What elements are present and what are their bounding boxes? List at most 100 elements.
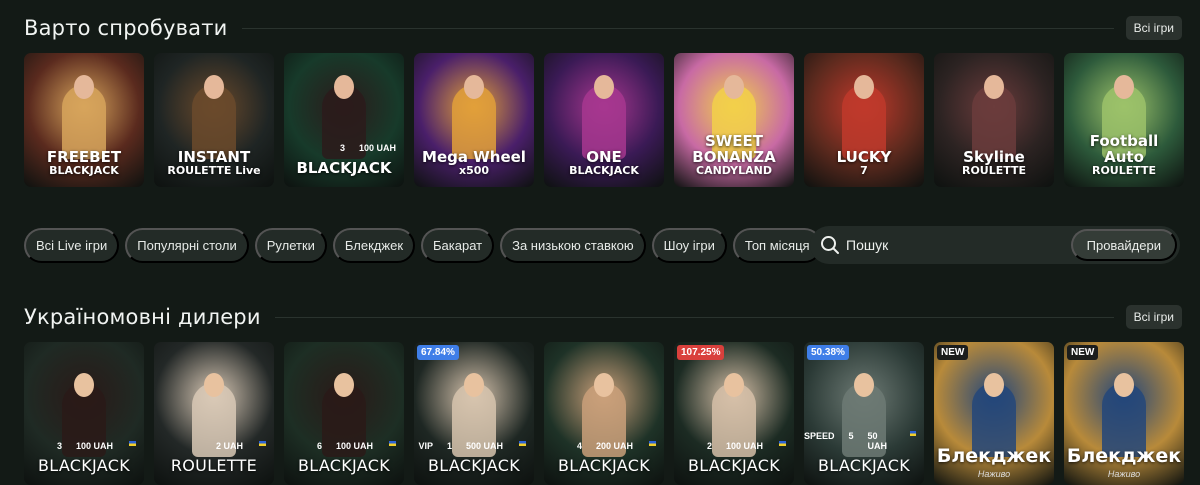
dealer-head (594, 75, 614, 99)
dealer-head (74, 373, 94, 397)
dealer-head (334, 75, 354, 99)
ukraine-flag-icon (389, 441, 396, 446)
promo-badge: 67.84% (417, 345, 459, 360)
ukraine-flag-icon (910, 431, 916, 436)
all-games-button[interactable]: Всі ігри (1125, 305, 1182, 329)
min-bet: 50 UAH (867, 431, 888, 451)
game-title: SWEET BONANZA CANDYLAND (674, 131, 794, 187)
seat-count: 2 (706, 441, 712, 451)
game-card-one-blackjack[interactable]: ONE BLACKJACK (544, 53, 664, 187)
seat-count: 3 (339, 143, 345, 153)
game-title: BLACKJACK (37, 456, 131, 476)
filter-chip[interactable]: Всі Live ігри (24, 228, 120, 263)
seat-count: 4 (576, 441, 582, 451)
game-card-blackjack-2-ua[interactable]: 107.25% 2 100 UAH BLACKJACK (674, 342, 794, 485)
game-title: BLACKJACK (557, 456, 651, 476)
seat-count: 6 (316, 441, 322, 451)
game-title: BLACKJACK (292, 159, 395, 187)
all-games-button[interactable]: Всі ігри (1125, 16, 1182, 40)
table-limit: 3 100 UAH (340, 143, 396, 153)
section-header-ua-dealers: Україномовні дилери Всі ігри (24, 305, 1182, 329)
promo-badge: 50.38% (807, 345, 849, 360)
dealer-head (854, 75, 874, 99)
game-title: INSTANT ROULETTE Live (163, 149, 264, 187)
game-title: FREEBET BLACKJACK (43, 149, 125, 187)
game-card-blackjack-3-ua[interactable]: 3 100 UAH BLACKJACK (24, 342, 144, 485)
game-card-vip-blackjack-ua[interactable]: 67.84% VIP 1 500 UAH BLACKJACK (414, 342, 534, 485)
dealer-head (1114, 75, 1134, 99)
search-bar[interactable]: Пошук Провайдери (810, 226, 1180, 264)
game-title-line1: SWEET BONANZA (692, 131, 776, 166)
dealer-head (984, 75, 1004, 99)
game-card-blackjack-3[interactable]: 3 100 UAH BLACKJACK (284, 53, 404, 187)
game-title-line2: BLACKJACK (49, 164, 119, 178)
game-card-football-auto-roulette[interactable]: Football Auto ROULETTE (1064, 53, 1184, 187)
divider (274, 316, 1114, 318)
dealer-head (204, 75, 224, 99)
ukraine-flag-icon (129, 441, 136, 446)
seat-count: 1 (446, 441, 452, 451)
game-title-line2: ROULETTE Live (167, 164, 261, 178)
table-type: VIP (418, 441, 433, 451)
filter-chip[interactable]: Топ місяця (732, 228, 822, 263)
game-card-roulette-ua[interactable]: 2 UAH ROULETTE (154, 342, 274, 485)
game-subtitle: Наживо (977, 469, 1011, 479)
table-limit: SPEED 5 50 UAH (804, 431, 916, 451)
promo-badge: NEW (1067, 345, 1099, 360)
filter-chip[interactable]: Блекджек (332, 228, 416, 263)
game-title: LUCKY 7 (833, 149, 896, 187)
game-title-line2: ROULETTE (1091, 164, 1157, 178)
promo-badge: NEW (937, 345, 969, 360)
dealer-head (724, 75, 744, 99)
game-title: BLACKJACK (297, 456, 391, 476)
game-card-sweet-bonanza[interactable]: SWEET BONANZA CANDYLAND (674, 53, 794, 187)
min-bet: 2 UAH (215, 441, 243, 451)
game-card-blackjack-nazhyvo-1[interactable]: NEW Блекджек Наживо (934, 342, 1054, 485)
game-title: ROULETTE (170, 456, 258, 476)
game-title: Football Auto ROULETTE (1064, 131, 1184, 187)
filter-chip[interactable]: Шоу ігри (651, 228, 727, 263)
game-card-mega-wheel[interactable]: Mega Wheel x500 (414, 53, 534, 187)
game-card-blackjack-4-ua[interactable]: 4 200 UAH BLACKJACK (544, 342, 664, 485)
providers-button[interactable]: Провайдери (1070, 229, 1177, 261)
game-card-instant-roulette[interactable]: INSTANT ROULETTE Live (154, 53, 274, 187)
search-icon (821, 236, 839, 254)
search-input[interactable]: Пошук (846, 237, 1071, 253)
filter-chip[interactable]: Рулетки (254, 228, 327, 263)
game-card-speed-blackjack-ua[interactable]: 50.38% SPEED 5 50 UAH BLACKJACK (804, 342, 924, 485)
game-card-skyline-roulette[interactable]: Skyline ROULETTE (934, 53, 1054, 187)
table-limit: 6 100 UAH (317, 441, 396, 451)
game-card-freebet-blackjack[interactable]: FREEBET BLACKJACK (24, 53, 144, 187)
game-title: BLACKJACK (687, 456, 781, 476)
filter-chip[interactable]: Популярні столи (125, 228, 249, 263)
dealer-head (204, 373, 224, 397)
section-header-try: Варто спробувати Всі ігри (24, 16, 1182, 40)
filter-chip[interactable]: Бакарат (421, 228, 495, 263)
filter-chip[interactable]: За низькою ставкою (500, 228, 646, 263)
section-title: Україномовні дилери (24, 305, 261, 329)
game-title-line1: Football Auto (1089, 131, 1159, 166)
game-title-line2: 7 (860, 164, 868, 178)
dealer-head (724, 373, 744, 397)
game-title: ONE BLACKJACK (565, 149, 643, 187)
game-card-lucky-7[interactable]: LUCKY 7 (804, 53, 924, 187)
dealer-head (464, 373, 484, 397)
seat-count: 5 (848, 431, 854, 441)
game-card-blackjack-nazhyvo-2[interactable]: NEW Блекджек Наживо (1064, 342, 1184, 485)
table-limit: VIP 1 500 UAH (418, 441, 526, 451)
section-title: Варто спробувати (24, 16, 228, 40)
filter-chips: Всі Live ігри Популярні столи Рулетки Блекд… (24, 228, 822, 263)
game-title-line1: BLACKJACK (296, 159, 392, 178)
game-title-line2: CANDYLAND (696, 164, 772, 178)
table-limit: 2 UAH (202, 441, 266, 451)
game-title-line2: ROULETTE (961, 164, 1027, 178)
dealer-head (594, 373, 614, 397)
game-card-blackjack-6-ua[interactable]: 6 100 UAH BLACKJACK (284, 342, 404, 485)
min-bet: 200 UAH (595, 441, 633, 451)
game-title-line2: BLACKJACK (569, 164, 639, 178)
divider (241, 27, 1114, 29)
table-limit: 4 200 UAH (577, 441, 656, 451)
ukraine-flag-icon (519, 441, 526, 446)
game-title: BLACKJACK (817, 456, 911, 476)
table-limit: 3 100 UAH (57, 441, 136, 451)
